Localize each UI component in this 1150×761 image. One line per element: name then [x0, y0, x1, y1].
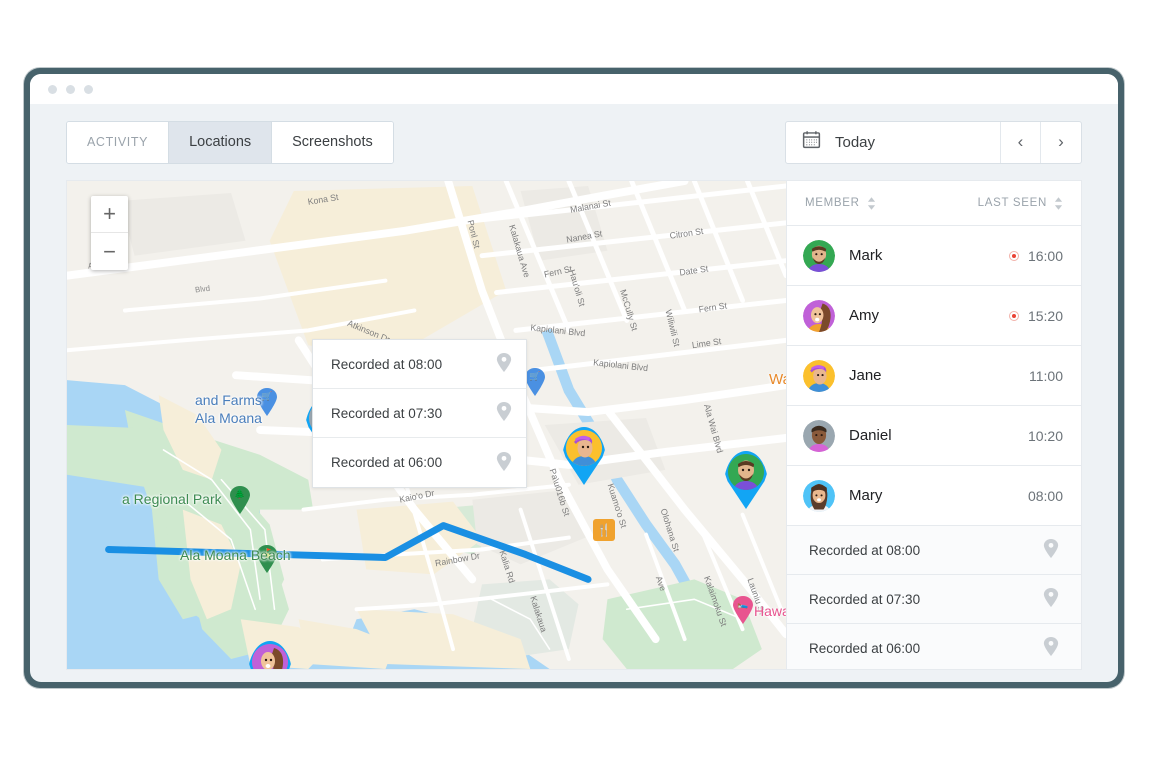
poi-regional-park[interactable]: 🌲 [230, 486, 250, 514]
side-recording-row[interactable]: Recorded at 06:00 [787, 624, 1081, 670]
member-name: Amy [849, 307, 1009, 324]
avatar-mark [803, 240, 835, 272]
column-header-member[interactable]: MEMBER [805, 197, 876, 210]
chevron-left-icon: ‹ [1018, 132, 1024, 152]
zoom-in-button[interactable]: + [91, 196, 128, 233]
tab-screenshots-label: Screenshots [292, 134, 373, 150]
map-pin-jane[interactable] [562, 427, 606, 485]
date-prev-button[interactable]: ‹ [1001, 122, 1041, 163]
avatar-amy [803, 300, 835, 332]
popup-recording-label: Recorded at 06:00 [331, 455, 442, 470]
calendar-icon [801, 129, 822, 155]
device-frame: ACTIVITY Locations Screenshots [24, 68, 1124, 688]
plus-icon: + [103, 203, 116, 225]
column-header-member-label: MEMBER [805, 197, 860, 209]
date-today-label: Today [835, 134, 875, 151]
sort-arrows-icon[interactable] [867, 197, 876, 210]
map-pin-mark[interactable] [724, 451, 768, 509]
member-row-daniel[interactable]: Daniel 10:20 [787, 406, 1081, 466]
popup-recording-row[interactable]: Recorded at 08:00 [313, 340, 526, 389]
member-last-seen: 08:00 [1028, 488, 1063, 504]
member-row-mark[interactable]: Mark 16:00 [787, 226, 1081, 286]
avatar-mary [803, 480, 835, 512]
member-list-header: MEMBER LAST SEEN [787, 181, 1081, 226]
member-row-amy[interactable]: Amy 15:20 [787, 286, 1081, 346]
poi-shopping-cart-left[interactable]: 🛒 [257, 388, 277, 416]
map-pin-mary-selected[interactable] [453, 669, 513, 670]
tab-locations-label: Locations [189, 134, 251, 150]
map-pin-icon[interactable] [1043, 637, 1059, 659]
tree-icon: 🌲 [234, 490, 245, 499]
member-side-panel: MEMBER LAST SEEN [786, 180, 1082, 670]
side-recording-label: Recorded at 07:30 [809, 592, 920, 607]
member-name: Mary [849, 487, 1028, 504]
tab-locations[interactable]: Locations [169, 122, 272, 163]
member-last-seen: 11:00 [1029, 368, 1063, 384]
side-recording-label: Recorded at 08:00 [809, 543, 920, 558]
map-pin-amy[interactable] [248, 641, 292, 670]
member-last-seen: 16:00 [1028, 248, 1063, 264]
popup-recording-label: Recorded at 07:30 [331, 406, 442, 421]
toolbar: ACTIVITY Locations Screenshots [30, 104, 1118, 180]
poi-shopping-cart-upper[interactable]: 🛒 [525, 368, 545, 396]
popup-recording-label: Recorded at 08:00 [331, 357, 442, 372]
member-last-seen: 10:20 [1028, 428, 1063, 444]
member-name: Mark [849, 247, 1009, 264]
member-row-mary[interactable]: Mary 08:00 [787, 466, 1081, 526]
avatar-jane [803, 360, 835, 392]
minus-icon: − [103, 241, 116, 263]
hotel-icon: 🛌 [737, 600, 748, 609]
side-recording-label: Recorded at 06:00 [809, 641, 920, 656]
date-next-button[interactable]: › [1041, 122, 1081, 163]
svg-text:Blvd: Blvd [195, 284, 211, 295]
map-zoom-controls: + − [91, 196, 128, 270]
chevron-right-icon: › [1058, 132, 1064, 152]
content-area: .road { stroke:#ffffff; fill:none; strok… [30, 180, 1118, 682]
map-recording-popup: Recorded at 08:00 Recorded at 07:30 Reco… [312, 339, 527, 488]
map-pin-icon[interactable] [1043, 588, 1059, 610]
tab-screenshots[interactable]: Screenshots [272, 122, 393, 163]
member-row-jane[interactable]: Jane 11:00 [787, 346, 1081, 406]
avatar-mark [728, 454, 764, 490]
window-dot-maximize[interactable] [84, 85, 93, 94]
popup-recording-row[interactable]: Recorded at 07:30 [313, 389, 526, 438]
map-pin-icon[interactable] [496, 452, 512, 474]
poi-hawaiian-monarch[interactable]: 🛌 [733, 596, 753, 624]
pin-teardrop [453, 669, 513, 670]
side-recording-row[interactable]: Recorded at 08:00 [787, 526, 1081, 575]
window-dot-minimize[interactable] [66, 85, 75, 94]
date-navigator: Today ‹ › [785, 121, 1082, 164]
map-pin-icon[interactable] [496, 402, 512, 424]
cart-icon: 🛒 [529, 372, 540, 381]
sort-arrows-icon[interactable] [1054, 197, 1063, 210]
beach-icon: ⛳ [261, 549, 272, 558]
restaurant-icon: 🍴 [593, 519, 615, 541]
member-name: Daniel [849, 427, 1028, 444]
avatar-daniel [803, 420, 835, 452]
column-header-last-seen-label: LAST SEEN [978, 197, 1047, 209]
popup-recording-row[interactable]: Recorded at 06:00 [313, 438, 526, 487]
column-header-last-seen[interactable]: LAST SEEN [978, 197, 1063, 210]
browser-window: ACTIVITY Locations Screenshots [30, 74, 1118, 682]
window-dot-close[interactable] [48, 85, 57, 94]
tab-group: ACTIVITY Locations Screenshots [66, 121, 394, 164]
map-pin-icon[interactable] [496, 353, 512, 375]
cart-icon: 🛒 [261, 392, 272, 401]
tab-activity-label: ACTIVITY [87, 135, 148, 149]
member-name: Jane [849, 367, 1029, 384]
window-title-bar [30, 74, 1118, 104]
map-pin-icon[interactable] [1043, 539, 1059, 561]
side-recording-row[interactable]: Recorded at 07:30 [787, 575, 1081, 624]
member-last-seen: 15:20 [1028, 308, 1063, 324]
live-status-dot [1009, 251, 1019, 261]
date-today-button[interactable]: Today [786, 122, 1001, 163]
avatar-jane [566, 430, 602, 466]
poi-ala-moana-beach[interactable]: ⛳ [257, 545, 277, 573]
map-canvas[interactable]: .road { stroke:#ffffff; fill:none; strok… [66, 180, 786, 670]
live-status-dot [1009, 311, 1019, 321]
tab-activity[interactable]: ACTIVITY [67, 122, 169, 163]
zoom-out-button[interactable]: − [91, 233, 128, 270]
